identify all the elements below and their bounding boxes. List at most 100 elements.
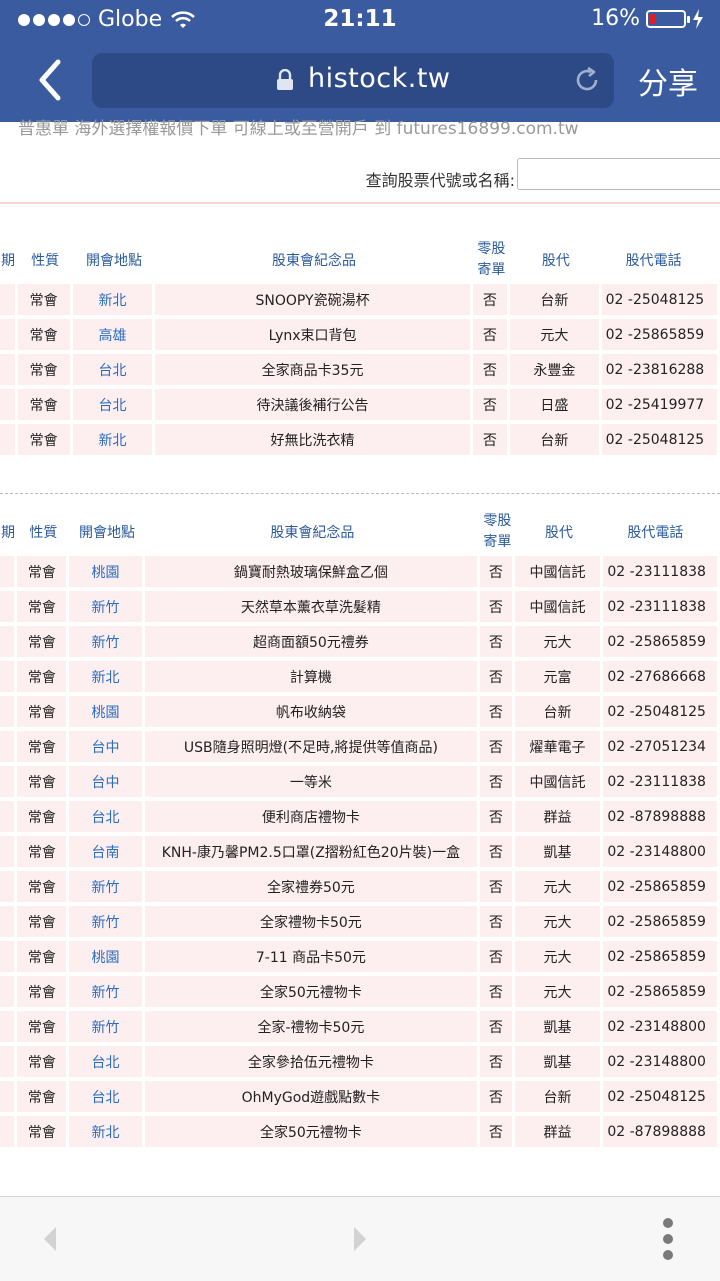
row-odd-lot: 否: [480, 976, 515, 1011]
share-button[interactable]: 分享: [638, 59, 698, 103]
table-row: 常會 台北 全家參拾伍元禮物卡否凱基 02 -23148800: [0, 1046, 720, 1081]
row-odd-lot: 否: [480, 871, 515, 906]
stock-search-input[interactable]: [517, 158, 720, 190]
row-phone: 02 -87898888: [603, 801, 720, 836]
table-row: 常會 新北 全家50元禮物卡否群益 02 -87898888: [0, 1116, 720, 1151]
row-phone: 02 -25865859: [603, 906, 720, 941]
row-odd-lot: 否: [472, 354, 511, 389]
row-type: 常會: [17, 906, 70, 941]
row-agent: 中國信託: [514, 591, 604, 626]
row-type: 常會: [17, 424, 73, 459]
row-location[interactable]: 桃園: [69, 941, 145, 976]
row-location[interactable]: 台北: [69, 1046, 145, 1081]
row-date-cell: [0, 836, 18, 871]
row-gift: KNH-康乃馨PM2.5口罩(Z摺粉紅色20片裝)一盒: [144, 836, 481, 871]
table-row: 常會 台北 全家商品卡35元否永豐金 02 -23816288: [0, 354, 720, 389]
row-type: 常會: [17, 1046, 70, 1081]
forward-arrow-icon[interactable]: [350, 1225, 370, 1253]
row-odd-lot: 否: [472, 284, 511, 319]
row-location[interactable]: 新竹: [69, 871, 145, 906]
row-date-cell: [0, 626, 18, 661]
dashed-divider: [0, 493, 720, 494]
row-location[interactable]: 新竹: [69, 626, 145, 661]
row-odd-lot: 否: [480, 626, 515, 661]
row-location[interactable]: 新竹: [69, 976, 145, 1011]
row-gift: 全家禮物卡50元: [144, 906, 481, 941]
header-odd-lot: 零股 寄單: [472, 236, 511, 284]
row-phone: 02 -23111838: [603, 556, 720, 591]
row-location[interactable]: 台北: [69, 801, 145, 836]
table-row: 常會 台中 USB隨身照明燈(不足時,將提供等值商品) 否燿華電子 02 -270512…: [0, 731, 720, 766]
row-date-cell: [0, 906, 18, 941]
row-location[interactable]: 高雄: [72, 319, 156, 354]
row-odd-lot: 否: [480, 696, 515, 731]
row-odd-lot: 否: [480, 1011, 515, 1046]
row-odd-lot: 否: [480, 556, 515, 591]
row-phone: 02 -25048125: [603, 696, 720, 731]
table-row: 常會 新竹 全家-禮物卡50元否凱基 02 -23148800: [0, 1011, 720, 1046]
row-location[interactable]: 桃園: [69, 696, 145, 731]
row-agent: 凱基: [514, 836, 604, 871]
row-agent: 台新: [510, 424, 602, 459]
header-date: 期: [0, 236, 18, 284]
row-gift: 全家商品卡35元: [155, 354, 473, 389]
row-gift: OhMyGod遊戲點數卡: [144, 1081, 481, 1116]
row-date-cell: [0, 801, 18, 836]
table-row: 常會 新竹 超商面額50元禮券否元大 02 -25865859: [0, 626, 720, 661]
row-phone: 02 -25865859: [603, 626, 720, 661]
table-row: 常會 新北 計算機否元富 02 -27686668: [0, 661, 720, 696]
row-location[interactable]: 新北: [72, 424, 156, 459]
meeting-gift-table-2: 期 性質 開會地點 股東會紀念品 零股 寄單 股代 股代電話 常會 桃園 鍋寶耐熱玻璃…: [0, 508, 720, 1151]
promo-banner-text[interactable]: 普惠單 海外選擇權報價下單 可線上或至營開戶 到 futures16899.co…: [18, 114, 579, 139]
row-type: 常會: [17, 696, 70, 731]
row-type: 常會: [17, 801, 70, 836]
row-location[interactable]: 台中: [69, 731, 145, 766]
row-phone: 02 -25865859: [601, 319, 720, 354]
row-gift: 計算機: [144, 661, 481, 696]
address-bar[interactable]: histock.tw: [92, 53, 614, 108]
header-type: 性質: [17, 508, 70, 556]
row-phone: 02 -25419977: [601, 389, 720, 424]
row-gift: 一等米: [144, 766, 481, 801]
back-arrow-icon[interactable]: [40, 1225, 60, 1253]
row-type: 常會: [17, 766, 70, 801]
row-odd-lot: 否: [472, 319, 511, 354]
row-location[interactable]: 新竹: [69, 906, 145, 941]
row-date-cell: [0, 284, 18, 319]
row-agent: 元大: [514, 626, 604, 661]
row-agent: 日盛: [510, 389, 602, 424]
row-location[interactable]: 台中: [69, 766, 145, 801]
header-phone: 股代電話: [601, 236, 720, 284]
row-location[interactable]: 台南: [69, 836, 145, 871]
row-location[interactable]: 台北: [72, 354, 156, 389]
row-odd-lot: 否: [480, 1081, 515, 1116]
table-row: 常會 桃園 帆布收納袋否台新 02 -25048125: [0, 696, 720, 731]
reload-icon[interactable]: [572, 65, 602, 95]
row-location[interactable]: 新北: [72, 284, 156, 319]
header-location: 開會地點: [69, 508, 145, 556]
header-type: 性質: [17, 236, 73, 284]
row-type: 常會: [17, 319, 73, 354]
row-type: 常會: [17, 1011, 70, 1046]
row-gift: Lynx束口背包: [155, 319, 473, 354]
table-row: 常會 高雄 Lynx束口背包否元大 02 -25865859: [0, 319, 720, 354]
row-odd-lot: 否: [480, 1116, 515, 1151]
row-location[interactable]: 台北: [69, 1081, 145, 1116]
row-location[interactable]: 新竹: [69, 591, 145, 626]
row-date-cell: [0, 1116, 18, 1151]
row-odd-lot: 否: [480, 836, 515, 871]
row-gift: 便利商店禮物卡: [144, 801, 481, 836]
row-location[interactable]: 新北: [69, 661, 145, 696]
row-odd-lot: 否: [480, 941, 515, 976]
row-phone: 02 -23148800: [603, 1046, 720, 1081]
stock-search-row: 查詢股票代號或名稱:: [0, 158, 720, 198]
back-chevron-icon[interactable]: [28, 56, 76, 104]
row-agent: 元大: [514, 871, 604, 906]
row-location[interactable]: 桃園: [69, 556, 145, 591]
header-phone: 股代電話: [603, 508, 720, 556]
row-location[interactable]: 新北: [69, 1116, 145, 1151]
more-options-icon[interactable]: [660, 1217, 676, 1261]
row-location[interactable]: 台北: [72, 389, 156, 424]
row-location[interactable]: 新竹: [69, 1011, 145, 1046]
row-date-cell: [0, 354, 18, 389]
